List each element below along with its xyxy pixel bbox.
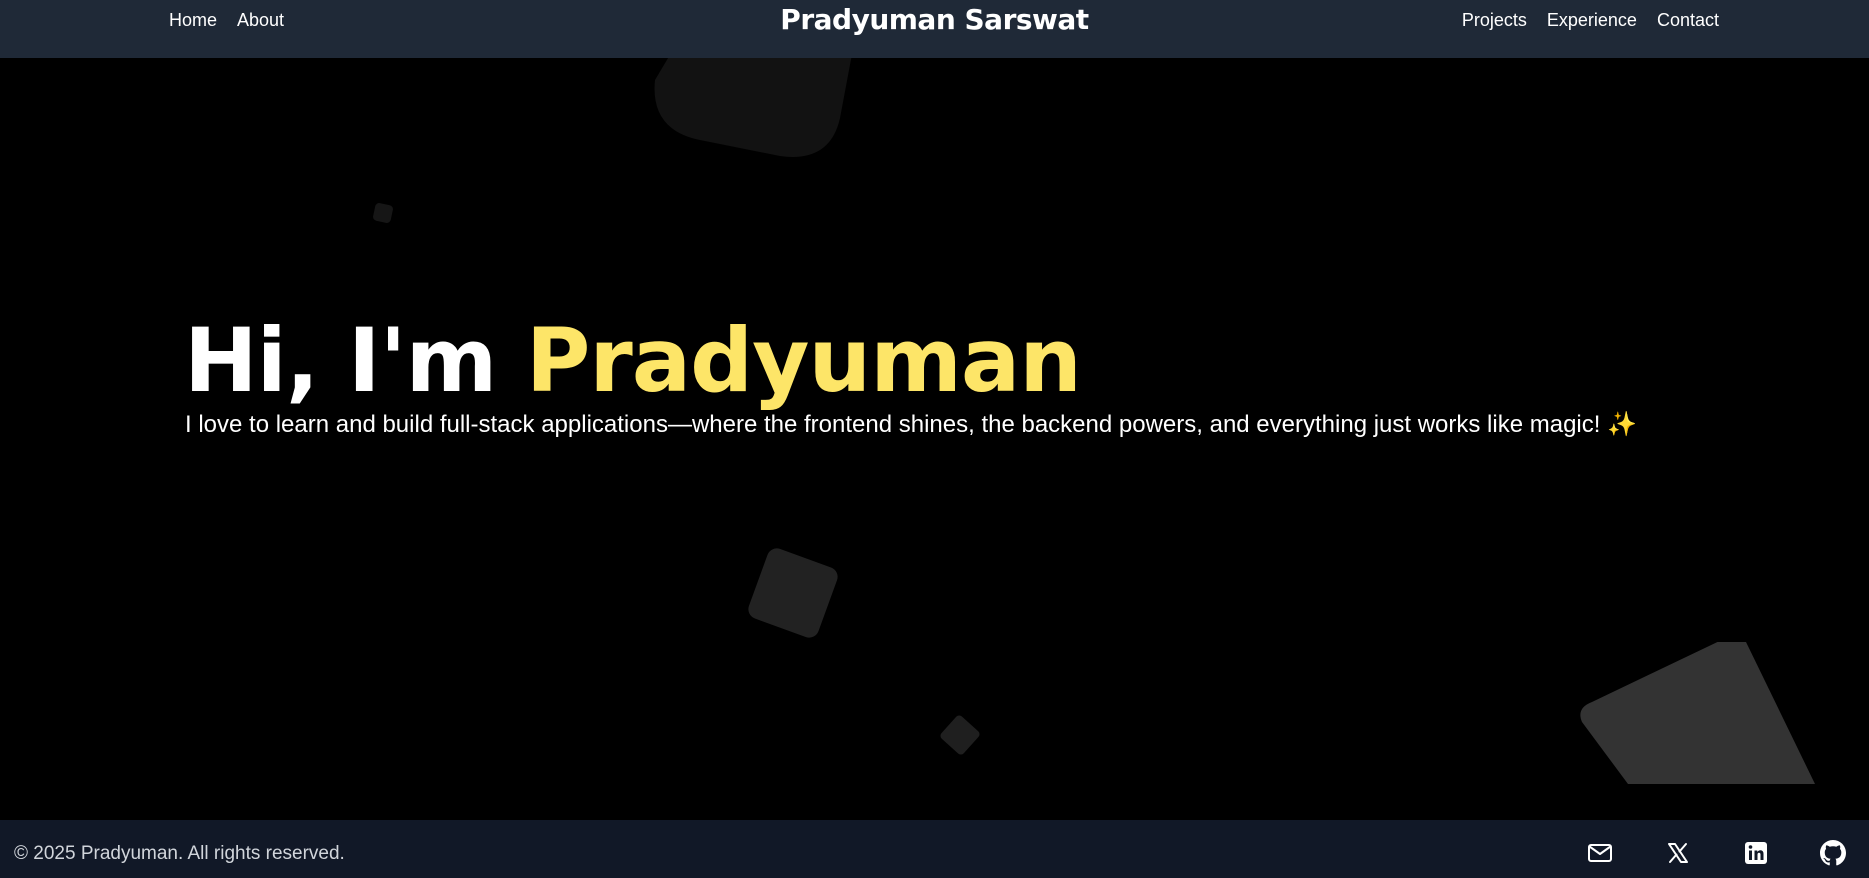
- page: Home About Pradyuman Sarswat Projects Ex…: [0, 0, 1869, 878]
- footer: © 2025 Pradyuman. All rights reserved.: [0, 820, 1869, 878]
- nav-link-experience[interactable]: Experience: [1547, 8, 1637, 32]
- linkedin-link[interactable]: [1742, 839, 1770, 867]
- github-icon: [1820, 840, 1846, 866]
- x-link[interactable]: [1664, 839, 1692, 867]
- nav-right-group: Projects Experience Contact: [1462, 8, 1719, 32]
- decorative-shape-large-top: [654, 58, 852, 157]
- nav-link-projects[interactable]: Projects: [1462, 8, 1527, 32]
- hero-section: Hi, I'm Pradyuman I love to learn and bu…: [0, 58, 1869, 820]
- linkedin-icon: [1745, 842, 1767, 864]
- decorative-shape-tiny: [373, 203, 393, 223]
- hero-greeting: Hi, I'm: [184, 309, 526, 412]
- nav-link-contact[interactable]: Contact: [1657, 8, 1719, 32]
- mail-icon: [1588, 844, 1612, 862]
- hero-name-highlight: Pradyuman: [525, 309, 1082, 412]
- decorative-shape-large-bottom: [1580, 642, 1815, 784]
- x-icon: [1668, 843, 1688, 863]
- hero-heading: Hi, I'm Pradyuman: [184, 309, 1082, 412]
- github-link[interactable]: [1819, 839, 1847, 867]
- top-navigation-bar: Home About Pradyuman Sarswat Projects Ex…: [0, 0, 1869, 58]
- decorative-shape-medium: [748, 548, 838, 638]
- mail-link[interactable]: [1586, 839, 1614, 867]
- copyright-text: © 2025 Pradyuman. All rights reserved.: [14, 843, 345, 864]
- hero-subtitle: I love to learn and build full-stack app…: [185, 411, 1637, 438]
- decorative-shape-small: [940, 715, 980, 755]
